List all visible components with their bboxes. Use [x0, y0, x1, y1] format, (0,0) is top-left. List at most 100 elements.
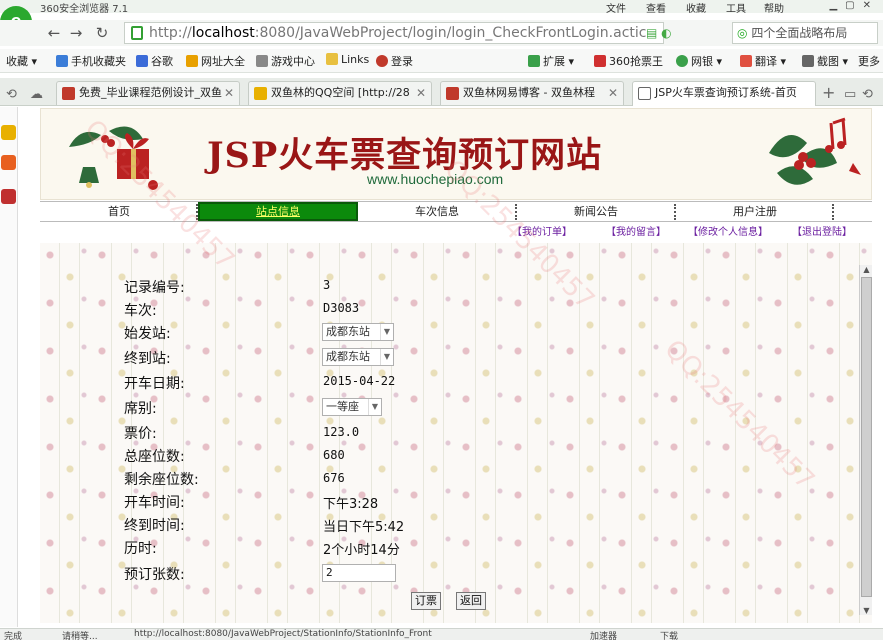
- menu-help[interactable]: 帮助: [764, 0, 784, 13]
- status-loading: 请稍等...: [62, 632, 98, 640]
- arrival-time-value: 当日下午5:42: [323, 520, 405, 535]
- menu-view[interactable]: 查看: [646, 0, 666, 13]
- puzzle-icon: [528, 55, 540, 67]
- refresh-icon[interactable]: ↻: [92, 24, 112, 42]
- tab-graduation[interactable]: 免费_毕业课程范例设计_双鱼 ✕: [56, 81, 240, 105]
- status-download[interactable]: 下载: [660, 629, 678, 640]
- departure-time-value: 下午3:28: [323, 497, 379, 512]
- close-icon[interactable]: ✕: [416, 82, 426, 104]
- bookmark-mobile[interactable]: 手机收藏夹: [56, 53, 126, 69]
- menu-tools[interactable]: 工具: [726, 0, 746, 13]
- menu-favorites[interactable]: 收藏: [686, 0, 706, 13]
- weibo-icon[interactable]: [1, 155, 16, 170]
- scroll-down-icon[interactable]: ▼: [861, 606, 872, 615]
- secure-shield-icon: [131, 26, 143, 40]
- tab-label: 双鱼林的QQ空间 [http://28: [271, 86, 410, 99]
- restore-tab-icon[interactable]: ⟲: [862, 87, 873, 102]
- departure-date-label: 开车日期:: [124, 376, 185, 392]
- star-icon: [254, 87, 267, 100]
- site-banner: JSP火车票查询预订网站 www.huochepiao.com: [40, 108, 872, 200]
- bookmark-favorites[interactable]: 收藏 ▾: [6, 53, 37, 69]
- bookmark-translate[interactable]: 翻译 ▾: [740, 53, 786, 69]
- departure-date-value: 2015-04-22: [323, 374, 396, 388]
- start-station-select[interactable]: 成都东站 ▼: [322, 323, 394, 341]
- start-station-label: 始发站:: [124, 326, 171, 342]
- tab-list-icon[interactable]: ▭: [844, 87, 856, 102]
- bookmark-hao[interactable]: 网址大全: [186, 53, 245, 69]
- app-icon[interactable]: [1, 189, 16, 204]
- ticket-count-input[interactable]: 2: [322, 564, 396, 582]
- undo-icon[interactable]: ⟲: [6, 87, 17, 102]
- seat-class-select[interactable]: 一等座 ▼: [322, 398, 382, 416]
- site-domain: www.huochepiao.com: [367, 171, 504, 187]
- tab-label: 双鱼林网易博客 - 双鱼林程: [463, 86, 595, 99]
- departure-time-label: 开车时间:: [124, 495, 185, 511]
- end-station-select[interactable]: 成都东站 ▼: [322, 348, 394, 366]
- scroll-up-icon[interactable]: ▲: [861, 265, 872, 274]
- status-url: http://localhost:8080/JavaWebProject/Sta…: [134, 629, 432, 639]
- bookmark-bank[interactable]: 网银 ▾: [676, 53, 722, 69]
- tab-label: JSP火车票查询预订系统-首页: [655, 86, 797, 99]
- bookmark-login[interactable]: 登录: [376, 53, 413, 69]
- book-button[interactable]: 订票: [411, 592, 441, 610]
- train-number-value: D3083: [323, 301, 360, 315]
- start-station-value: 成都东站: [326, 325, 370, 338]
- scrollbar-thumb[interactable]: [861, 277, 872, 597]
- back-button[interactable]: 返回: [456, 592, 486, 610]
- bookmark-games[interactable]: 游戏中心: [256, 53, 315, 69]
- browser-statusbar: 完成 请稍等... http://localhost:8080/JavaWebP…: [0, 628, 883, 640]
- bookmarks-bar: 收藏 ▾ 手机收藏夹 谷歌 网址大全 游戏中心 Links 登录 扩展 ▾ 36…: [0, 49, 883, 73]
- logout-link[interactable]: 【退出登陆】: [792, 223, 852, 238]
- bookmark-screenshot[interactable]: 截图 ▾: [802, 53, 848, 69]
- bookmark-google[interactable]: 谷歌: [136, 53, 173, 69]
- page-icon: [638, 87, 651, 100]
- user-links: 【我的订单】 【我的留言】 【修改个人信息】 【退出登陆】: [40, 223, 872, 239]
- tab-favicon-icon: [446, 87, 459, 100]
- nav-station-info[interactable]: 站点信息: [198, 202, 358, 221]
- new-tab-icon[interactable]: +: [822, 83, 835, 102]
- nav-train-info[interactable]: 车次信息: [358, 202, 516, 221]
- address-host: localhost: [191, 25, 255, 41]
- page-scrollbar[interactable]: ▲ ▼: [859, 265, 872, 615]
- edit-profile-link[interactable]: 【修改个人信息】: [688, 223, 768, 238]
- bookmark-extensions[interactable]: 扩展 ▾: [528, 53, 574, 69]
- my-messages-link[interactable]: 【我的留言】: [606, 223, 666, 238]
- menu-file[interactable]: 文件: [606, 0, 626, 13]
- nav-register[interactable]: 用户注册: [676, 202, 834, 221]
- end-station-value: 成都东站: [326, 350, 370, 363]
- nav-news[interactable]: 新闻公告: [517, 202, 675, 221]
- window-controls[interactable]: ▁▢✕: [829, 0, 879, 11]
- browser-app-title: 360安全浏览器 7.1: [40, 4, 129, 13]
- status-accelerator[interactable]: 加速器: [590, 629, 617, 640]
- tab-bar: ⟲ ☁ 免费_毕业课程范例设计_双鱼 ✕ 双鱼林的QQ空间 [http://28…: [0, 78, 883, 106]
- star-icon[interactable]: [1, 125, 16, 140]
- search-input[interactable]: ◎ 四个全面战略布局: [732, 22, 878, 44]
- tab-jsp-train[interactable]: JSP火车票查询预订系统-首页: [632, 81, 816, 106]
- bookmark-more[interactable]: 更多: [858, 53, 880, 69]
- record-id-value: 3: [323, 278, 331, 292]
- chevron-down-icon: ▼: [368, 399, 381, 415]
- tab-netease-blog[interactable]: 双鱼林网易博客 - 双鱼林程 ✕: [440, 81, 624, 105]
- christmas-gift-icon: [69, 126, 158, 190]
- bookmark-links[interactable]: Links: [326, 53, 369, 66]
- address-bar[interactable]: http://localhost:8080/JavaWebProject/log…: [124, 22, 664, 44]
- duration-value: 2个小时14分: [323, 543, 400, 558]
- record-id-label: 记录编号:: [124, 280, 185, 296]
- close-icon[interactable]: ✕: [224, 82, 234, 104]
- duration-label: 历时:: [124, 541, 157, 557]
- price-label: 票价:: [124, 426, 157, 442]
- browser-sidebar: [0, 107, 18, 627]
- back-icon[interactable]: ←: [44, 24, 64, 42]
- chevron-down-icon: ▼: [380, 349, 393, 365]
- mobile-icon: [56, 55, 68, 67]
- nav-home[interactable]: 首页: [40, 202, 198, 221]
- bookmark-tickets[interactable]: 360抢票王: [594, 53, 663, 69]
- station-detail-panel: 记录编号: 3 车次: D3083 始发站: 成都东站 ▼ 终到站: 成都东站 ▼ …: [40, 243, 872, 623]
- tab-qzone[interactable]: 双鱼林的QQ空间 [http://28 ✕: [248, 81, 432, 105]
- chevron-down-icon: ▼: [380, 324, 393, 340]
- my-orders-link[interactable]: 【我的订单】: [512, 223, 572, 238]
- forward-icon[interactable]: →: [66, 24, 86, 42]
- cloud-icon[interactable]: ☁: [30, 87, 43, 102]
- close-icon[interactable]: ✕: [608, 82, 618, 104]
- compat-mode-icon[interactable]: ▤ ◐: [646, 26, 672, 40]
